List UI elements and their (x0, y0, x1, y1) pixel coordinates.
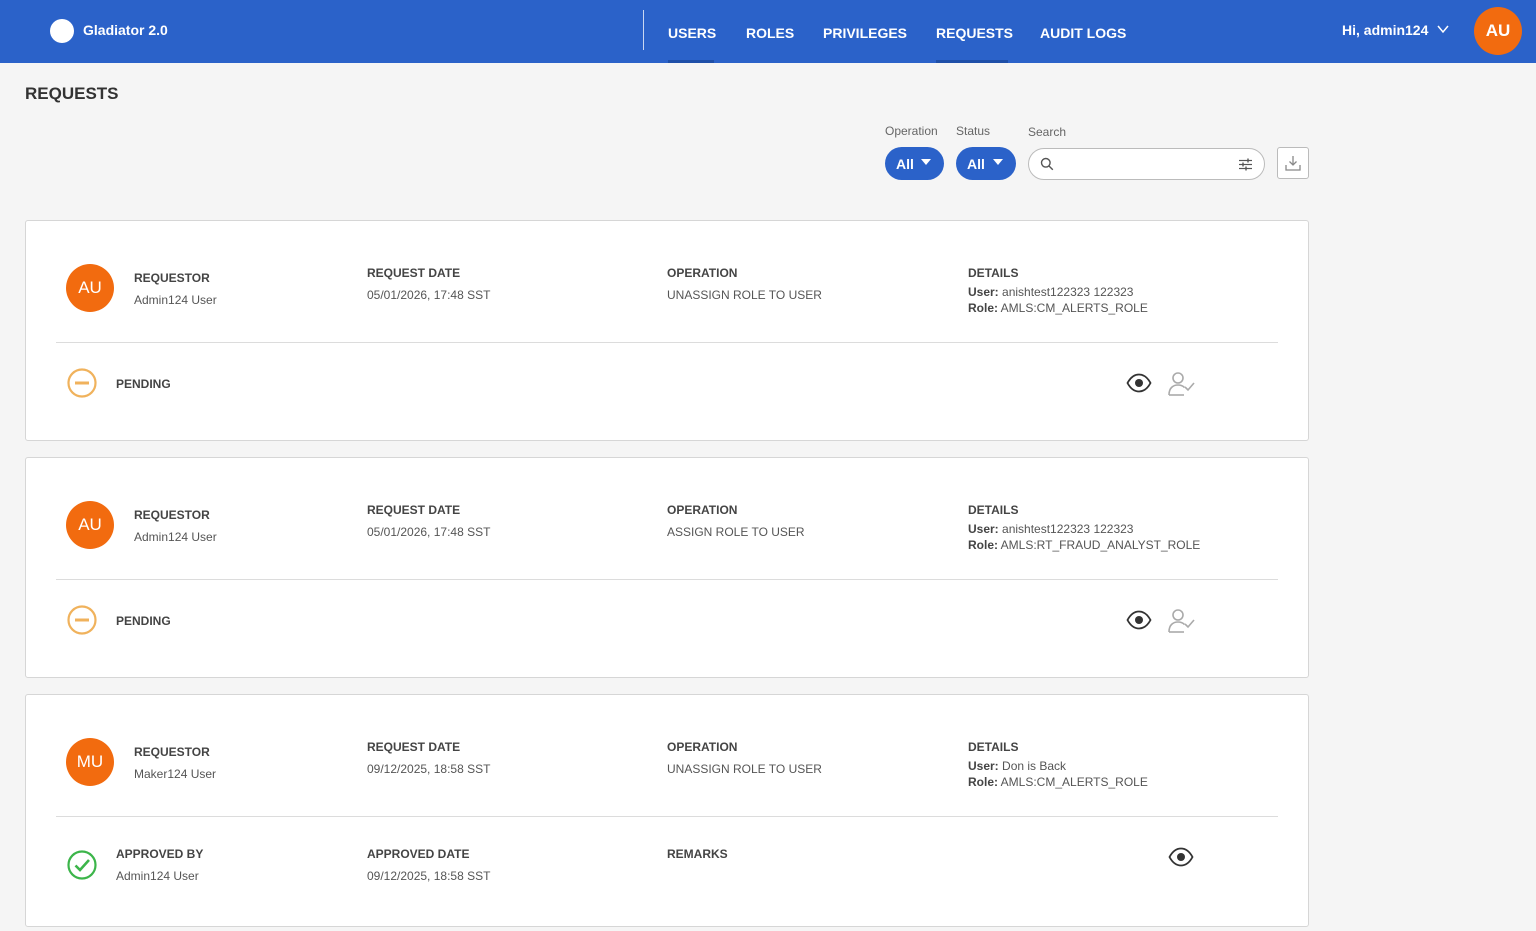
search-input[interactable] (1059, 154, 1229, 174)
requestor-avatar: MU (66, 738, 114, 786)
status-filter-label: Status (956, 124, 991, 138)
chevron-down-icon[interactable] (1436, 22, 1450, 36)
status-filter-value: All (967, 155, 985, 172)
operation-filter-dropdown[interactable]: All (885, 147, 944, 180)
details-user: User: anishtest122323 122323 (968, 522, 1134, 536)
request-card: AU REQUESTOR Admin124 User REQUEST DATE … (25, 220, 1309, 441)
details-user: User: Don is Back (968, 759, 1067, 773)
operation-value: UNASSIGN ROLE TO USER (667, 288, 822, 302)
status-filter-dropdown[interactable]: All (956, 147, 1016, 180)
search-box[interactable] (1028, 148, 1265, 180)
eye-icon[interactable] (1126, 610, 1152, 630)
nav-audit-logs[interactable]: AUDIT LOGS (1040, 25, 1126, 41)
nav-users-indicator (668, 60, 714, 63)
operation-label: OPERATION (667, 503, 738, 517)
requestor-avatar: AU (66, 264, 114, 312)
approved-date-label: APPROVED DATE (367, 847, 470, 861)
details-role: Role: AMLS:CM_ALERTS_ROLE (968, 775, 1148, 789)
eye-icon[interactable] (1168, 847, 1194, 867)
details-label: DETAILS (968, 266, 1019, 280)
request-date: 05/01/2026, 17:48 SST (367, 525, 491, 539)
status-label: PENDING (116, 614, 171, 628)
page-title: REQUESTS (25, 84, 119, 103)
card-divider (56, 579, 1278, 580)
approved-by-label: APPROVED BY (116, 847, 204, 861)
sliders-icon[interactable] (1238, 157, 1253, 172)
nav-privileges[interactable]: PRIVILEGES (823, 25, 907, 41)
requestor-name: Admin124 User (134, 293, 217, 307)
caret-down-icon (993, 159, 1003, 165)
approved-date-value: 09/12/2025, 18:58 SST (367, 869, 491, 883)
pending-status-icon (67, 368, 97, 398)
user-check-icon[interactable] (1167, 608, 1197, 634)
pending-status-icon (67, 605, 97, 635)
requestor-avatar: AU (66, 501, 114, 549)
nav-users[interactable]: USERS (668, 25, 716, 41)
request-date-label: REQUEST DATE (367, 266, 461, 280)
requestor-label: REQUESTOR (134, 271, 210, 285)
request-date: 09/12/2025, 18:58 SST (367, 762, 491, 776)
requestor-label: REQUESTOR (134, 508, 210, 522)
user-greeting[interactable]: Hi, admin124 (1342, 22, 1428, 38)
operation-filter-value: All (896, 155, 914, 172)
approved-check-icon (67, 850, 97, 880)
download-icon (1285, 156, 1301, 171)
request-card: MU REQUESTOR Maker124 User REQUEST DATE … (25, 694, 1309, 927)
approved-by-value: Admin124 User (116, 869, 199, 883)
eye-icon[interactable] (1126, 373, 1152, 393)
requestor-label: REQUESTOR (134, 745, 210, 759)
details-role: Role: AMLS:CM_ALERTS_ROLE (968, 301, 1148, 315)
nav-roles[interactable]: ROLES (746, 25, 794, 41)
details-role: Role: AMLS:RT_FRAUD_ANALYST_ROLE (968, 538, 1201, 552)
details-label: DETAILS (968, 740, 1019, 754)
details-label: DETAILS (968, 503, 1019, 517)
remarks-label: REMARKS (667, 847, 728, 861)
operation-value: UNASSIGN ROLE TO USER (667, 762, 822, 776)
nav-requests-indicator (936, 60, 1008, 63)
requestor-name: Admin124 User (134, 530, 217, 544)
operation-value: ASSIGN ROLE TO USER (667, 525, 805, 539)
search-icon (1040, 157, 1054, 171)
operation-label: OPERATION (667, 740, 738, 754)
status-label: PENDING (116, 377, 171, 391)
download-button[interactable] (1277, 147, 1309, 179)
user-check-icon[interactable] (1167, 371, 1197, 397)
nav-divider (643, 10, 644, 50)
request-date: 05/01/2026, 17:48 SST (367, 288, 491, 302)
search-label: Search (1028, 125, 1067, 139)
user-avatar[interactable]: AU (1474, 7, 1522, 55)
operation-filter-label: Operation (885, 124, 938, 138)
request-date-label: REQUEST DATE (367, 740, 461, 754)
requestor-name: Maker124 User (134, 767, 217, 781)
app-logo-icon (50, 19, 74, 43)
app-title: Gladiator 2.0 (83, 22, 168, 38)
nav-requests[interactable]: REQUESTS (936, 25, 1013, 41)
request-date-label: REQUEST DATE (367, 503, 461, 517)
top-navigation-bar: Gladiator 2.0 USERS ROLES PRIVILEGES REQ… (0, 0, 1536, 63)
details-user: User: anishtest122323 122323 (968, 285, 1134, 299)
request-card: AU REQUESTOR Admin124 User REQUEST DATE … (25, 457, 1309, 678)
operation-label: OPERATION (667, 266, 738, 280)
card-divider (56, 816, 1278, 817)
card-divider (56, 342, 1278, 343)
caret-down-icon (921, 159, 931, 165)
